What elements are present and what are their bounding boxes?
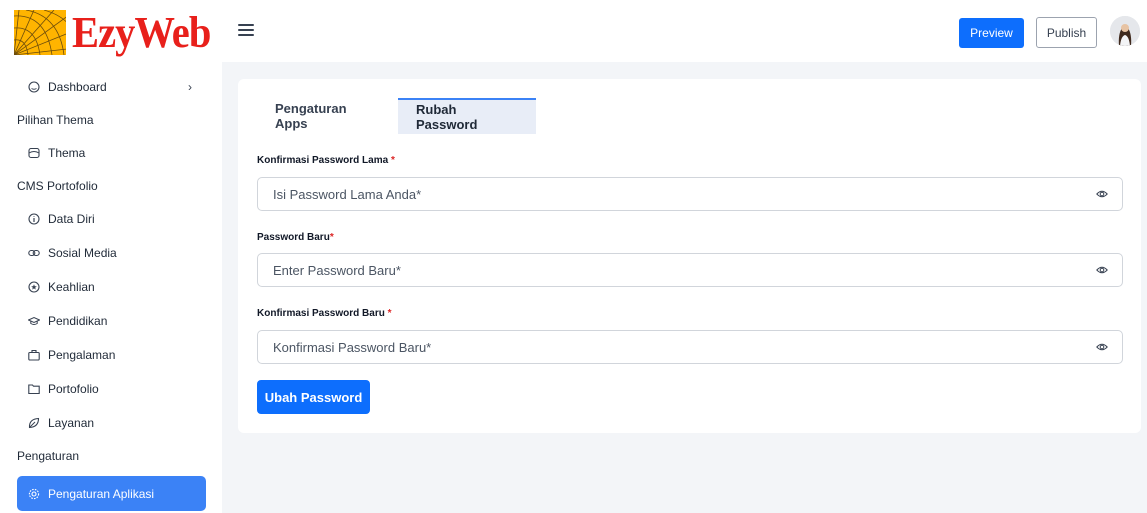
sidebar-item-label: Dashboard bbox=[48, 80, 107, 94]
briefcase-icon bbox=[28, 349, 40, 361]
sidebar-item-data-diri[interactable]: Data Diri bbox=[0, 202, 222, 236]
eye-icon[interactable] bbox=[1096, 188, 1108, 200]
sidebar: EzyWeb Dashboard › Pilihan Thema Thema C… bbox=[0, 0, 222, 513]
sidebar-item-keahlian[interactable]: Keahlian bbox=[0, 270, 222, 304]
gear-icon bbox=[28, 488, 40, 500]
sidebar-item-pengalaman[interactable]: Pengalaman bbox=[0, 338, 222, 372]
sidebar-item-pengaturan-aplikasi[interactable]: Pengaturan Aplikasi bbox=[17, 476, 206, 511]
settings-tabs: Pengaturan Apps Rubah Password bbox=[257, 98, 536, 134]
sidebar-item-label: Data Diri bbox=[48, 212, 95, 226]
preview-button[interactable]: Preview bbox=[959, 18, 1024, 48]
sidebar-item-layanan[interactable]: Layanan bbox=[0, 406, 222, 440]
eye-icon[interactable] bbox=[1096, 341, 1108, 353]
sidebar-item-portofolio[interactable]: Portofolio bbox=[0, 372, 222, 406]
leaf-icon bbox=[28, 417, 40, 429]
star-circle-icon bbox=[28, 281, 40, 293]
sidebar-nav: Dashboard › Pilihan Thema Thema CMS Port… bbox=[0, 70, 222, 511]
settings-card: Pengaturan Apps Rubah Password Konfirmas… bbox=[238, 79, 1141, 433]
folder-icon bbox=[28, 383, 40, 395]
confirm-password-label: Konfirmasi Password Baru * bbox=[257, 308, 392, 319]
publish-button[interactable]: Publish bbox=[1036, 17, 1097, 48]
required-mark: * bbox=[329, 232, 334, 243]
new-password-label: Password Baru* bbox=[257, 232, 334, 243]
new-password-field bbox=[257, 253, 1123, 287]
required-mark: * bbox=[387, 308, 392, 319]
new-password-input[interactable] bbox=[258, 254, 1078, 286]
menu-toggle-icon[interactable] bbox=[238, 24, 254, 38]
dashboard-icon bbox=[28, 81, 40, 93]
required-mark: * bbox=[390, 155, 395, 166]
brand-name: EzyWeb bbox=[71, 8, 211, 57]
sidebar-item-label: Pendidikan bbox=[48, 314, 108, 328]
sidebar-item-label: Layanan bbox=[48, 416, 95, 430]
sidebar-item-label: Keahlian bbox=[48, 280, 95, 294]
sidebar-item-thema[interactable]: Thema bbox=[0, 136, 222, 170]
brand-logo[interactable]: EzyWeb bbox=[14, 10, 222, 55]
sidebar-item-dashboard[interactable]: Dashboard › bbox=[0, 70, 222, 104]
section-heading-pengaturan: Pengaturan bbox=[17, 449, 80, 463]
old-password-label: Konfirmasi Password Lama * bbox=[257, 155, 395, 166]
new-password-label-text: Password Baru bbox=[257, 232, 330, 243]
confirm-password-field bbox=[257, 330, 1123, 364]
tab-rubah-password[interactable]: Rubah Password bbox=[398, 98, 536, 134]
section-heading-cms: CMS Portofolio bbox=[17, 179, 98, 193]
top-bar: Preview Publish bbox=[222, 0, 1147, 62]
old-password-label-text: Konfirmasi Password Lama bbox=[257, 155, 389, 166]
confirm-password-label-text: Konfirmasi Password Baru bbox=[257, 308, 385, 319]
info-icon bbox=[28, 213, 40, 225]
old-password-input[interactable] bbox=[258, 178, 1078, 210]
ubah-password-button[interactable]: Ubah Password bbox=[257, 380, 370, 414]
palette-icon bbox=[28, 147, 40, 159]
tab-pengaturan-apps[interactable]: Pengaturan Apps bbox=[257, 98, 398, 134]
sidebar-item-label: Pengaturan Aplikasi bbox=[48, 486, 155, 501]
confirm-password-input[interactable] bbox=[258, 331, 1078, 363]
link-icon bbox=[28, 247, 40, 259]
old-password-field bbox=[257, 177, 1123, 211]
chevron-right-icon: › bbox=[188, 80, 192, 94]
sidebar-item-label: Portofolio bbox=[48, 382, 99, 396]
sidebar-item-label: Thema bbox=[48, 146, 86, 160]
sidebar-item-label: Pengalaman bbox=[48, 348, 116, 362]
graduation-cap-icon bbox=[28, 315, 40, 327]
logo-mark-icon bbox=[14, 10, 66, 55]
section-heading-thema: Pilihan Thema bbox=[17, 113, 94, 127]
sidebar-item-pendidikan[interactable]: Pendidikan bbox=[0, 304, 222, 338]
avatar[interactable] bbox=[1110, 16, 1140, 46]
eye-icon[interactable] bbox=[1096, 264, 1108, 276]
sidebar-item-label: Sosial Media bbox=[48, 246, 117, 260]
sidebar-item-sosial-media[interactable]: Sosial Media bbox=[0, 236, 222, 270]
